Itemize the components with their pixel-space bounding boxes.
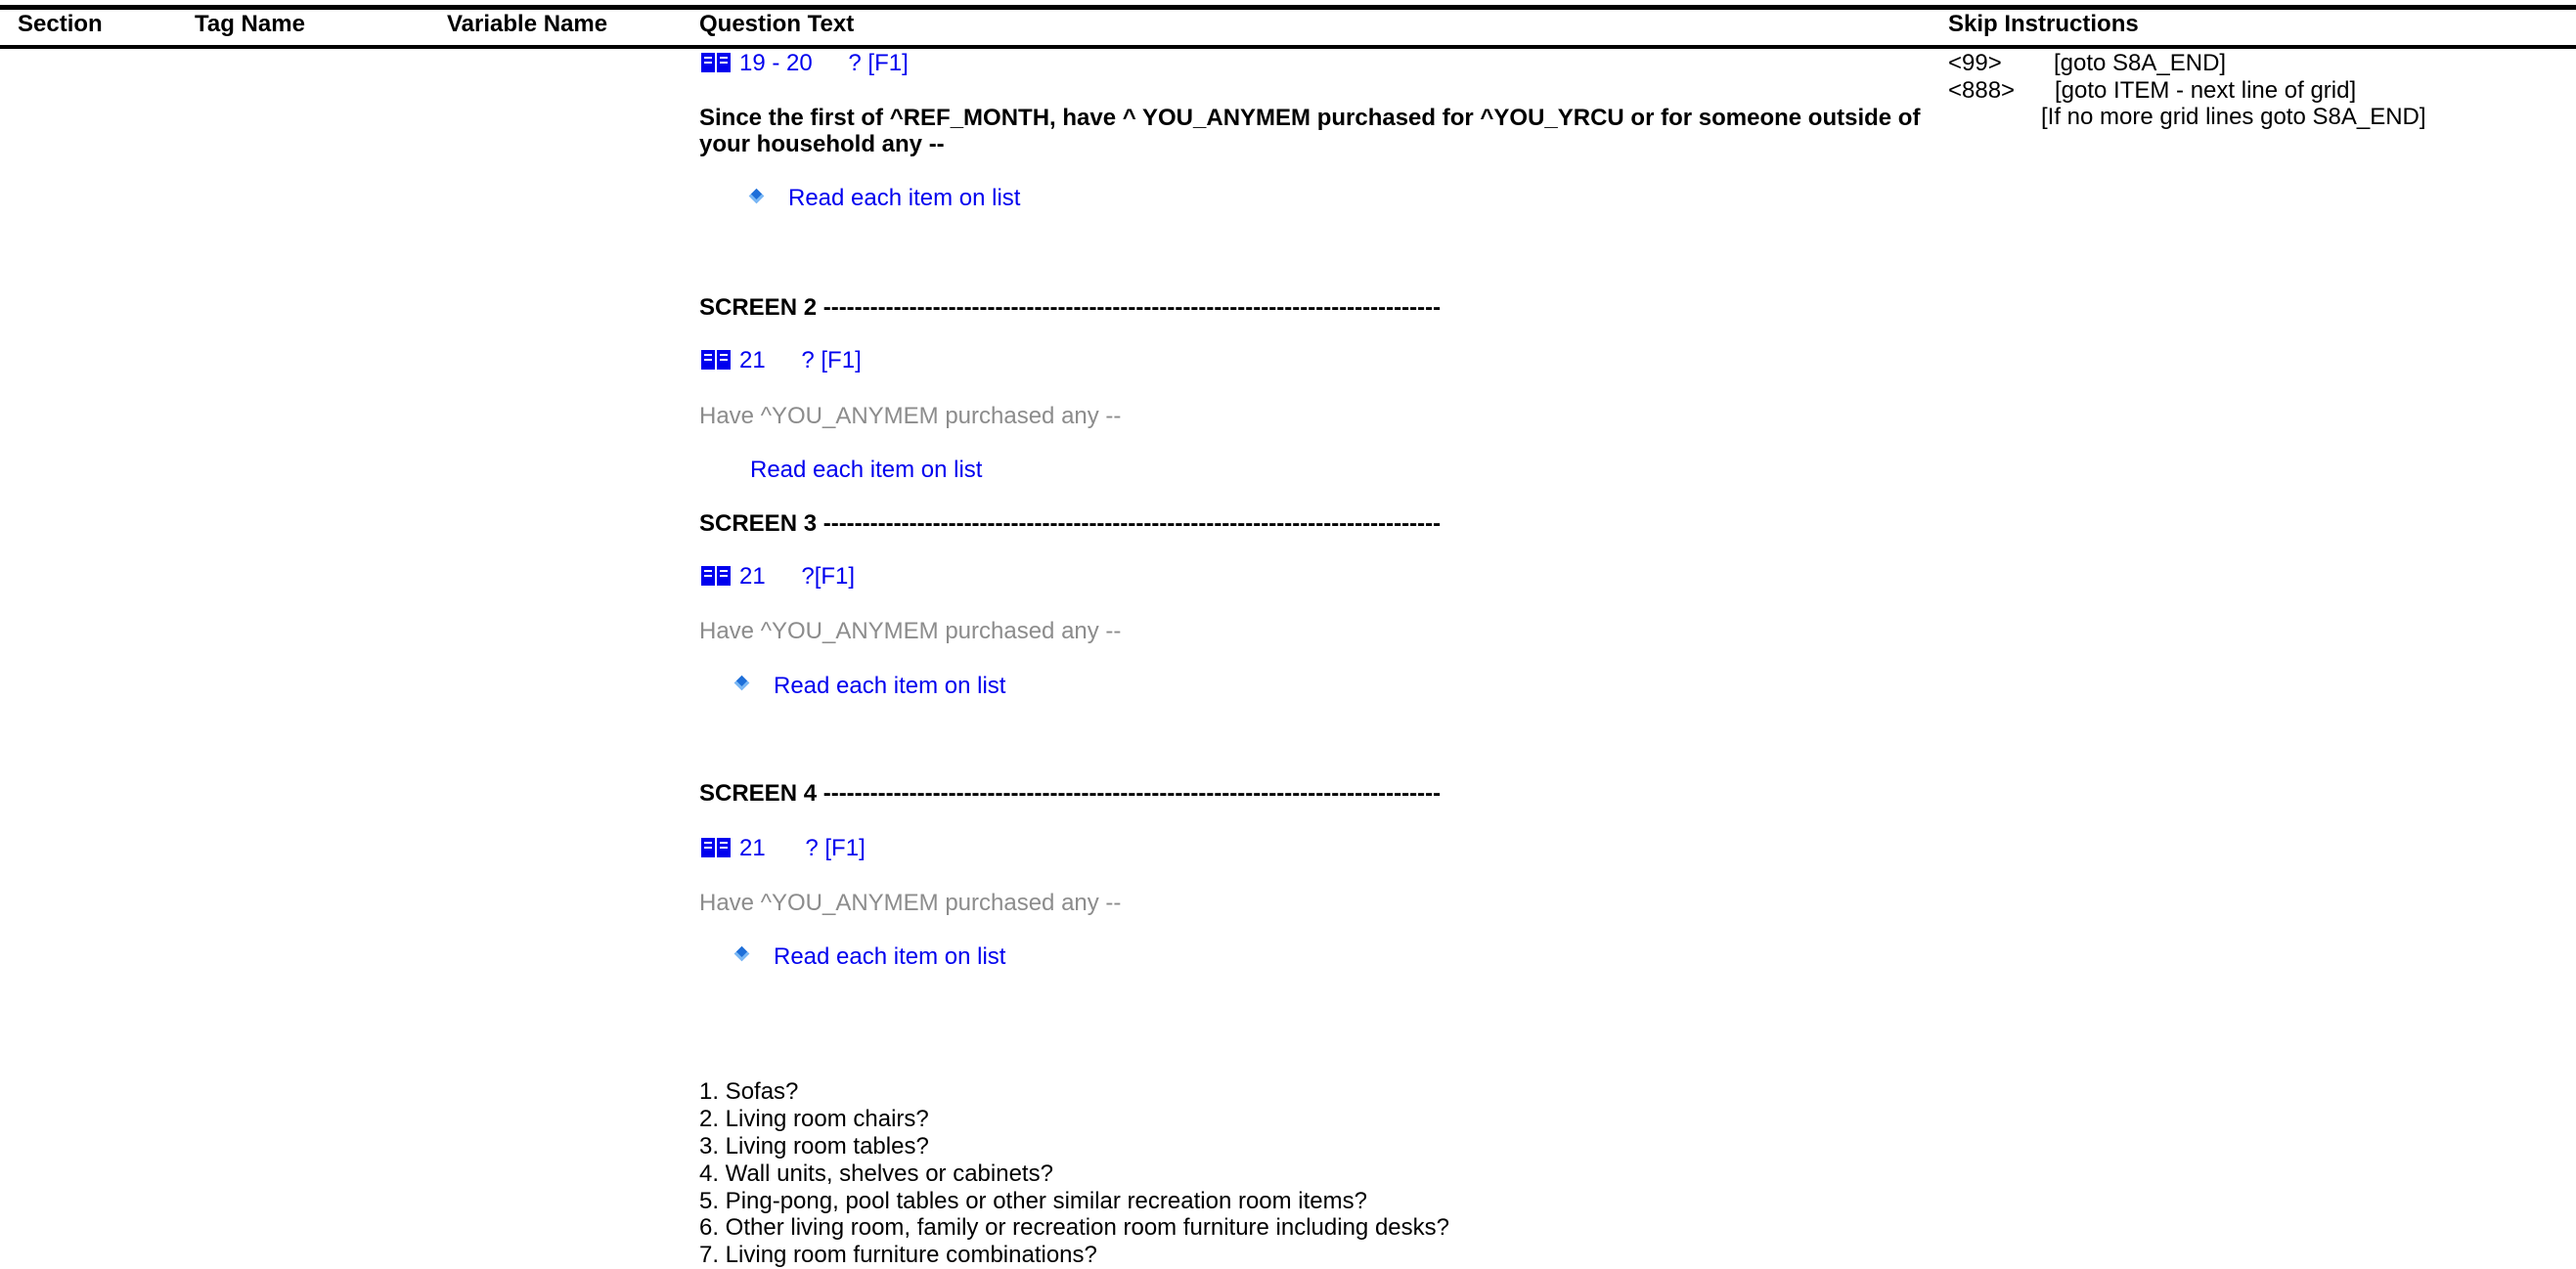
screen4-heading: SCREEN 4 -------------------------------… [699, 780, 1442, 807]
skip-instruction-no-more-lines: [If no more grid lines goto S8A_END] [2041, 104, 2426, 130]
skip-instruction-goto-end: [goto S8A_END] [2054, 50, 2227, 76]
diamond-bullet-icon [748, 188, 765, 204]
screen4-ref-number: 21 [739, 835, 766, 861]
screen1-help-link[interactable]: ? [F1] [848, 50, 908, 76]
book-icon [701, 838, 731, 857]
column-header-question-text: Question Text [699, 11, 855, 37]
column-header-variable-name: Variable Name [447, 11, 608, 37]
list-item: 2. Living room chairs? [699, 1106, 929, 1132]
book-icon [701, 350, 731, 370]
list-item: 4. Wall units, shelves or cabinets? [699, 1160, 1053, 1187]
list-item: 3. Living room tables? [699, 1133, 929, 1160]
skip-instruction-next-line: [goto ITEM - next line of grid] [2055, 77, 2357, 104]
diamond-bullet-icon [733, 945, 750, 962]
screen2-ref-number: 21 [739, 347, 766, 373]
list-item: 1. Sofas? [699, 1078, 799, 1105]
screen2-help-link[interactable]: ? [F1] [801, 347, 861, 373]
screen1-ref-number: 19 - 20 [739, 50, 813, 76]
screen4-instruction: Read each item on list [774, 943, 1006, 970]
screen3-question: Have ^YOU_ANYMEM purchased any -- [699, 618, 1122, 644]
screen1-question-line1: Since the first of ^REF_MONTH, have ^ YO… [699, 105, 1921, 131]
diamond-bullet-icon [733, 675, 750, 691]
list-item: 7. Living room furniture combinations? [699, 1242, 1097, 1268]
screen3-reference[interactable]: 21 ?[F1] [700, 563, 855, 591]
table-top-rule [0, 5, 2576, 10]
skip-code-99: <99> [1948, 50, 2002, 76]
screen1-instruction: Read each item on list [788, 185, 1021, 211]
screen2-heading: SCREEN 2 -------------------------------… [699, 294, 1442, 321]
book-icon [701, 566, 731, 586]
skip-code-888: <888> [1948, 77, 2016, 104]
screen1-question-line2: your household any -- [699, 131, 945, 157]
screen3-heading: SCREEN 3 -------------------------------… [699, 510, 1442, 537]
screen4-question: Have ^YOU_ANYMEM purchased any -- [699, 890, 1122, 916]
list-item: 6. Other living room, family or recreati… [699, 1214, 1449, 1241]
screen4-help-link[interactable]: ? [F1] [805, 835, 865, 861]
screen3-help-link[interactable]: ?[F1] [801, 563, 855, 590]
column-header-section: Section [18, 11, 103, 37]
screen3-ref-number: 21 [739, 563, 766, 590]
screen2-question: Have ^YOU_ANYMEM purchased any -- [699, 403, 1122, 429]
screen4-reference[interactable]: 21 ? [F1] [700, 835, 866, 862]
screen3-instruction: Read each item on list [774, 673, 1006, 699]
screen2-reference[interactable]: 21 ? [F1] [700, 347, 862, 374]
column-header-tag-name: Tag Name [195, 11, 305, 37]
screen1-reference[interactable]: 19 - 20 ? [F1] [700, 50, 909, 77]
column-header-skip-instructions: Skip Instructions [1948, 11, 2139, 37]
book-icon [701, 53, 731, 72]
screen2-instruction: Read each item on list [750, 457, 983, 483]
list-item: 5. Ping-pong, pool tables or other simil… [699, 1188, 1367, 1214]
table-header-rule [0, 45, 2576, 49]
